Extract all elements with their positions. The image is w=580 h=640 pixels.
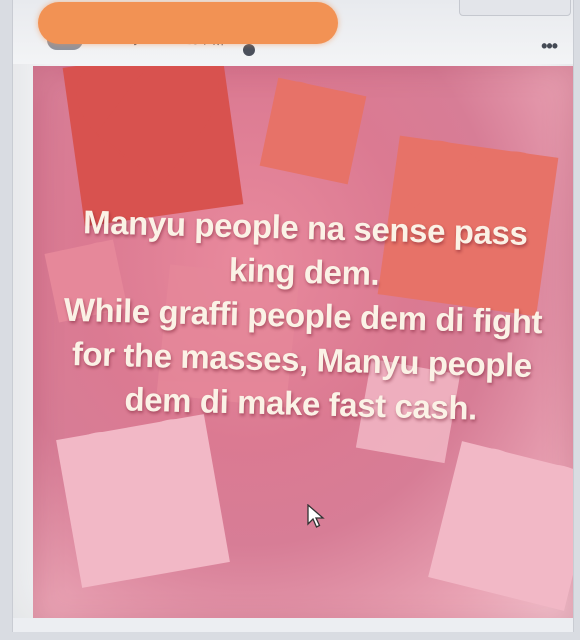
heart-decoration [259, 77, 367, 185]
mouse-cursor-icon [307, 504, 325, 528]
post-image[interactable]: Manyu people na sense pass king dem. Whi… [33, 66, 573, 626]
post-header: January 5 at 3:20 PM ••• [13, 0, 573, 64]
top-right-button[interactable] [459, 0, 571, 16]
heart-decoration [56, 414, 230, 588]
poster-text: Manyu people na sense pass king dem. Whi… [33, 199, 573, 433]
post-footer [13, 618, 573, 632]
more-options-icon[interactable]: ••• [541, 36, 558, 57]
globe-icon [243, 44, 255, 56]
heart-decoration [428, 441, 573, 611]
facebook-post-card: January 5 at 3:20 PM ••• Manyu people na… [12, 0, 574, 632]
redaction-blob [38, 2, 338, 44]
